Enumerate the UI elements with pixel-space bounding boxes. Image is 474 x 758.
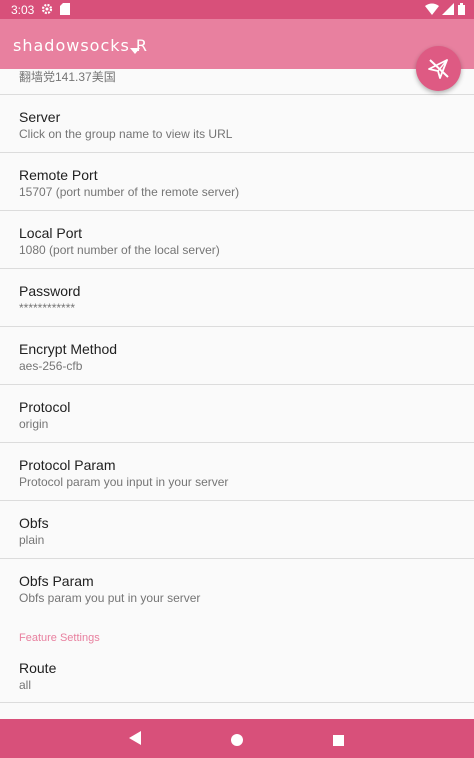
- sim-card-icon: [60, 3, 70, 18]
- row-subtitle: Obfs param you put in your server: [19, 591, 201, 605]
- row-title: Local Port: [19, 225, 83, 241]
- row-title: Route: [19, 660, 57, 676]
- row-title: Obfs Param: [19, 573, 94, 589]
- battery-icon: [458, 3, 465, 18]
- row-subtitle: Protocol param you input in your server: [19, 475, 229, 489]
- wifi-icon: [425, 3, 439, 18]
- row-title: Encrypt Method: [19, 341, 118, 357]
- feature-settings-header: Feature Settings: [19, 632, 100, 644]
- recents-icon[interactable]: [333, 733, 344, 751]
- row-subtitle: 1080 (port number of the local server): [19, 243, 220, 257]
- back-icon[interactable]: [129, 731, 141, 750]
- app-bar: shadowsocks R: [0, 19, 474, 69]
- paper-plane-disconnected-icon: [428, 59, 449, 79]
- row-title: Protocol Param: [19, 457, 116, 473]
- chevron-down-icon[interactable]: [130, 41, 140, 59]
- connect-fab[interactable]: [416, 46, 461, 91]
- route-row[interactable]: Route all: [0, 651, 474, 703]
- row-title: Obfs: [19, 515, 49, 531]
- server-row[interactable]: Server Click on the group name to view i…: [0, 95, 474, 153]
- row-subtitle: origin: [19, 417, 49, 431]
- row-subtitle: plain: [19, 533, 45, 547]
- obfs-param-row[interactable]: Obfs Param Obfs param you put in your se…: [0, 559, 474, 616]
- row-title: Server: [19, 109, 61, 125]
- row-title: Protocol: [19, 399, 71, 415]
- status-bar: 3:03: [0, 0, 474, 19]
- row-title: Remote Port: [19, 167, 98, 183]
- row-subtitle: 15707 (port number of the remote server): [19, 185, 240, 199]
- remote-port-row[interactable]: Remote Port 15707 (port number of the re…: [0, 153, 474, 211]
- row-subtitle: all: [19, 678, 32, 692]
- local-port-row[interactable]: Local Port 1080 (port number of the loca…: [0, 211, 474, 269]
- home-icon[interactable]: [231, 733, 243, 751]
- row-subtitle: Click on the group name to view its URL: [19, 127, 233, 141]
- encrypt-method-row[interactable]: Encrypt Method aes-256-cfb: [0, 327, 474, 385]
- status-time: 3:03: [11, 3, 35, 17]
- navigation-bar: [0, 719, 474, 758]
- protocol-row[interactable]: Protocol origin: [0, 385, 474, 443]
- group-name-text: 翻墙党141.37美国: [19, 70, 116, 84]
- settings-list: 翻墙党141.37美国 Server Click on the group na…: [0, 69, 474, 719]
- app-title[interactable]: shadowsocks R: [13, 36, 148, 55]
- protocol-param-row[interactable]: Protocol Param Protocol param you input …: [0, 443, 474, 501]
- settings-icon: [41, 3, 53, 18]
- obfs-row[interactable]: Obfs plain: [0, 501, 474, 559]
- row-title: Password: [19, 283, 81, 299]
- row-subtitle: aes-256-cfb: [19, 359, 83, 373]
- row-subtitle: ************: [19, 301, 76, 315]
- password-row[interactable]: Password ************: [0, 269, 474, 327]
- group-name-row[interactable]: 翻墙党141.37美国: [0, 69, 474, 95]
- signal-icon: [442, 3, 454, 18]
